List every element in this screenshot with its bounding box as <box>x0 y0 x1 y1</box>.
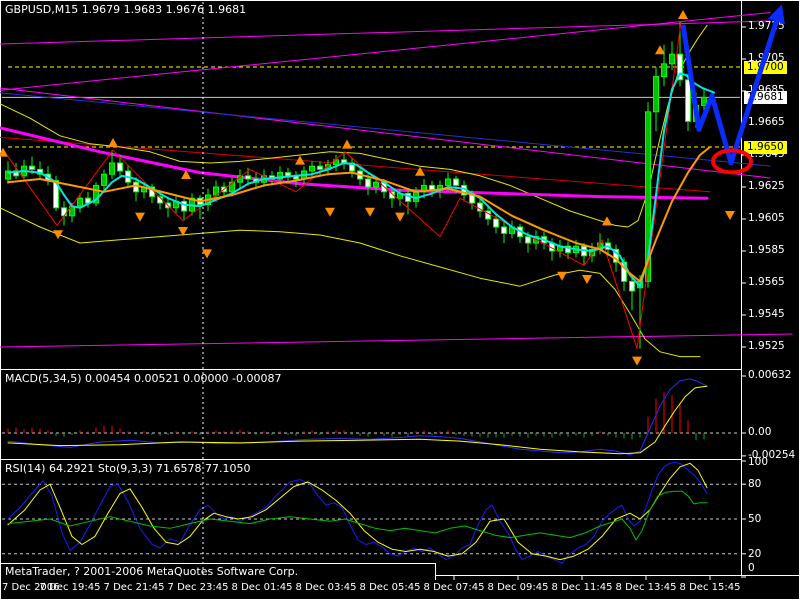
copyright-watermark: MetaTrader, ? 2001-2006 MetaQuotes Softw… <box>1 563 436 580</box>
price-tick-label: 1.9625 <box>748 180 785 192</box>
rsi-tick-label: 80 <box>748 478 761 490</box>
price-tick-label: 1.9545 <box>748 308 785 320</box>
chart-labels-layer: GBPUSD,M15 1.9679 1.9683 1.9676 1.9681 M… <box>0 0 800 600</box>
rsi-indicator-label: RSI(14) 64.2921 Sto(9,3,3) 71.6578 77.10… <box>5 462 251 475</box>
rsi-tick-label: 0 <box>748 562 755 574</box>
price-tick-label: 1.9565 <box>748 276 785 288</box>
price-tick-label: 1.9725 <box>748 20 785 32</box>
time-tick-label: 8 Dec 11:45 <box>552 582 613 593</box>
price-tick-label: 1.9525 <box>748 340 785 352</box>
price-tick-label: 1.9665 <box>748 116 785 128</box>
time-tick-label: 8 Dec 05:45 <box>360 582 421 593</box>
time-tick-label: 8 Dec 15:45 <box>680 582 741 593</box>
rsi-tick-label: 50 <box>748 513 761 525</box>
mt4-chart-window: GBPUSD,M15 1.9679 1.9683 1.9676 1.9681 M… <box>0 0 800 600</box>
copyright-text: MetaTrader, ? 2001-2006 MetaQuotes Softw… <box>5 565 298 578</box>
time-tick-label: 7 Dec 23:45 <box>168 582 229 593</box>
macd-indicator-label: MACD(5,34,5) 0.00454 0.00521 0.00000 -0.… <box>5 372 281 385</box>
chart-title: GBPUSD,M15 1.9679 1.9683 1.9676 1.9681 <box>5 3 246 16</box>
time-tick-label: 8 Dec 09:45 <box>488 582 549 593</box>
rsi-tick-label: 100 <box>748 456 768 468</box>
time-tick-label: 8 Dec 03:45 <box>296 582 357 593</box>
time-tick-label: 8 Dec 07:45 <box>424 582 485 593</box>
level-price-badge: 1.9650 <box>744 141 787 154</box>
time-tick-label: 7 Dec 19:45 <box>40 582 101 593</box>
price-tick-label: 1.9605 <box>748 212 785 224</box>
macd-tick-label: 0.00 <box>748 426 771 438</box>
level-price-badge: 1.9700 <box>744 61 787 74</box>
current-price-badge: 1.9681 <box>744 91 787 104</box>
macd-tick-label: 0.00632 <box>748 369 791 381</box>
time-tick-label: 7 Dec 21:45 <box>104 582 165 593</box>
time-tick-label: 8 Dec 01:45 <box>232 582 293 593</box>
time-tick-label: 8 Dec 13:45 <box>616 582 677 593</box>
price-tick-label: 1.9585 <box>748 244 785 256</box>
rsi-tick-label: 20 <box>748 548 761 560</box>
